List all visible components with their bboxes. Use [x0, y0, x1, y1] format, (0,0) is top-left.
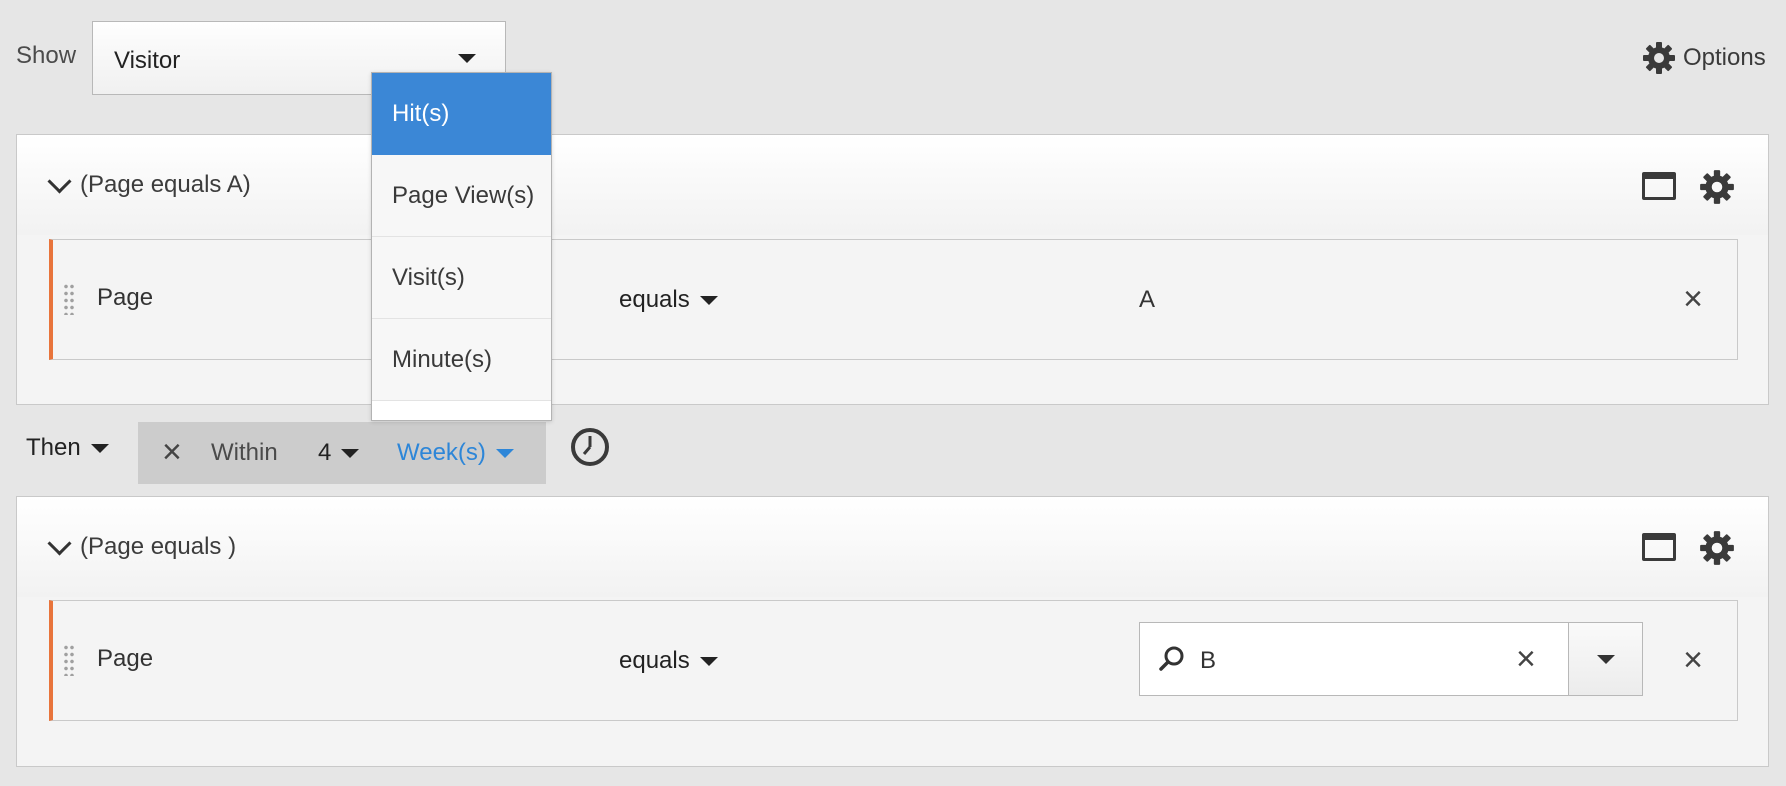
drag-handle-icon[interactable]: [63, 644, 75, 676]
show-select-value: Visitor: [114, 47, 181, 74]
options-button[interactable]: Options: [1641, 38, 1766, 78]
chevron-down-icon: [47, 168, 72, 194]
menu-item-label: Page View(s): [392, 181, 535, 209]
clock-icon[interactable]: [570, 427, 610, 467]
drag-handle-icon[interactable]: [63, 283, 75, 315]
close-icon[interactable]: ×: [1516, 642, 1536, 676]
caret-down-icon: [699, 656, 718, 666]
menu-item-visits[interactable]: Visit(s): [372, 237, 551, 319]
window-icon[interactable]: [1642, 172, 1676, 200]
gear-icon[interactable]: [1698, 529, 1736, 567]
then-select[interactable]: Then: [26, 434, 109, 462]
options-label: Options: [1683, 44, 1766, 71]
rule-field: Page: [97, 284, 154, 311]
caret-down-icon: [699, 295, 718, 305]
rule-field: Page: [97, 645, 154, 672]
caret-down-icon: [90, 443, 109, 453]
container-toggle-1[interactable]: (Page equals A): [47, 168, 251, 199]
menu-item-label: Hit(s): [392, 99, 450, 127]
within-unit-select[interactable]: Week(s): [397, 439, 514, 467]
container-title-1: (Page equals A): [80, 171, 251, 198]
caret-down-icon: [458, 54, 476, 63]
operator-label: equals: [619, 286, 690, 313]
menu-item-label: Visit(s): [392, 263, 465, 291]
rule-value: A: [1139, 286, 1156, 313]
gear-icon: [1643, 42, 1675, 74]
window-icon[interactable]: [1642, 533, 1676, 561]
operator-select[interactable]: equals: [619, 286, 718, 314]
menu-item-hits[interactable]: Hit(s): [372, 73, 551, 155]
caret-down-icon: [495, 448, 514, 458]
chevron-down-icon: [47, 530, 72, 556]
rule-row-1: Page equals A ×: [49, 239, 1738, 360]
search-input[interactable]: B: [1200, 647, 1216, 675]
within-count: 4: [318, 439, 332, 466]
close-icon[interactable]: ×: [1683, 643, 1703, 677]
container-title-2: (Page equals ): [80, 533, 237, 560]
container-toggle-2[interactable]: (Page equals ): [47, 530, 237, 561]
close-icon[interactable]: ×: [162, 434, 182, 470]
caret-down-icon: [1597, 655, 1615, 664]
show-label: Show: [16, 42, 77, 69]
container-card-2: (Page equals ) Page equals B × ×: [16, 496, 1769, 767]
within-unit: Week(s): [397, 439, 486, 466]
close-icon[interactable]: ×: [1683, 282, 1703, 316]
operator-select[interactable]: equals: [619, 647, 718, 675]
menu-item-page-views[interactable]: Page View(s): [372, 155, 551, 237]
menu-item-minutes[interactable]: Minute(s): [372, 319, 551, 401]
container-card-1: (Page equals A) Page equals A ×: [16, 134, 1769, 405]
then-label: Then: [26, 434, 81, 461]
rule-row-2: Page equals B × ×: [49, 600, 1738, 721]
within-constraint: × Within 4 Week(s): [138, 422, 546, 484]
value-combobox[interactable]: B ×: [1139, 622, 1643, 696]
operator-label: equals: [619, 647, 690, 674]
within-label: Within: [211, 439, 278, 466]
unit-dropdown-menu: Hit(s) Page View(s) Visit(s) Minute(s): [371, 72, 552, 421]
caret-down-icon: [341, 448, 360, 458]
combobox-toggle-button[interactable]: [1568, 623, 1642, 695]
within-count-select[interactable]: 4: [318, 439, 360, 467]
search-icon: [1159, 646, 1184, 671]
menu-item-label: Minute(s): [392, 345, 493, 373]
gear-icon[interactable]: [1698, 168, 1736, 206]
